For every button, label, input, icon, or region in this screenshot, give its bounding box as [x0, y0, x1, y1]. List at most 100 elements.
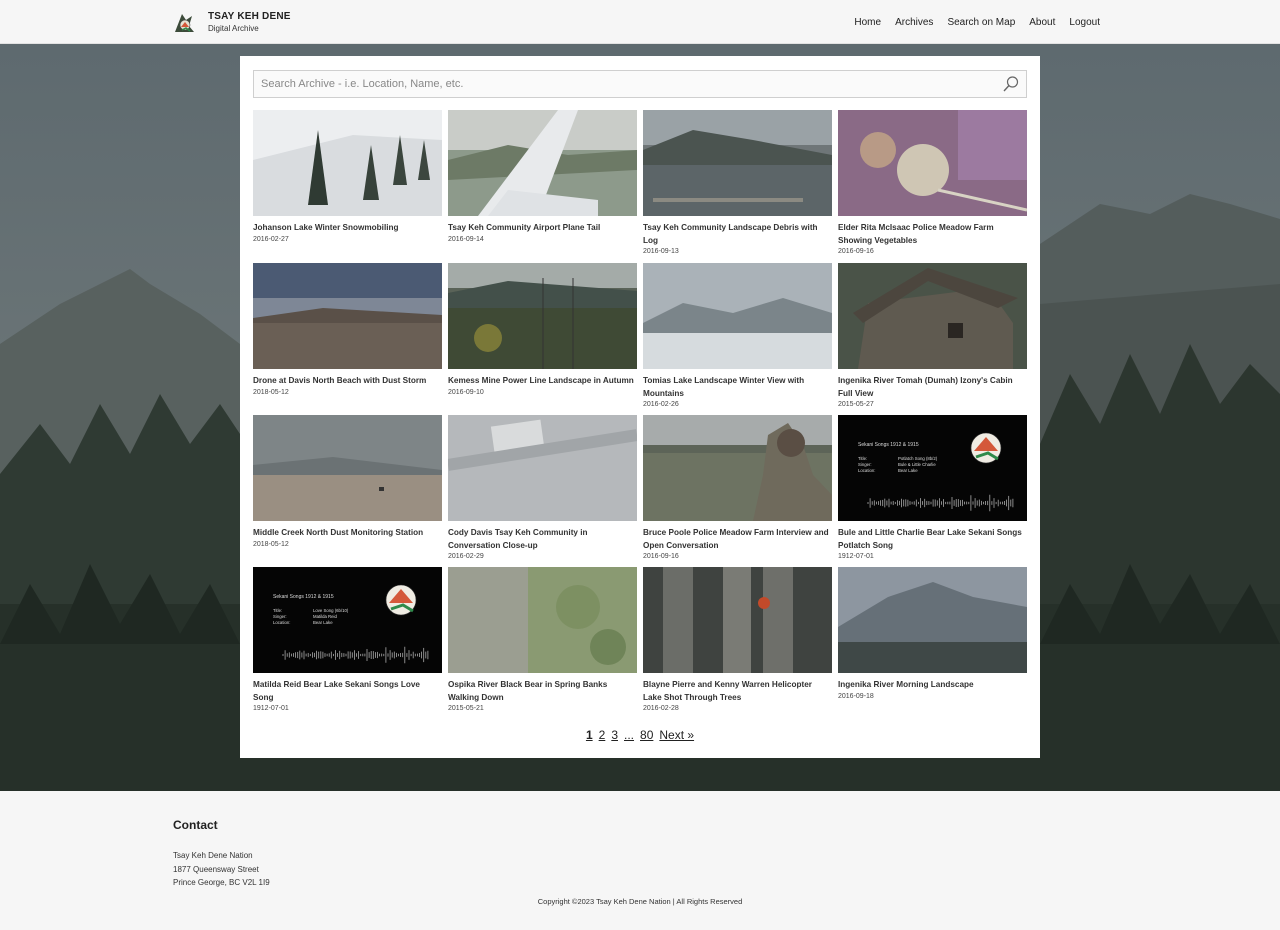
nav-archives[interactable]: Archives: [895, 17, 933, 28]
address-line: 1877 Queensway Street: [173, 864, 259, 874]
pagination: 1 2 3... 80 Next »: [240, 728, 1040, 742]
archive-card[interactable]: Elder Rita McIsaac Police Meadow Farm Sh…: [838, 110, 1027, 255]
archive-date: 2015-05-21: [448, 705, 484, 712]
archive-title[interactable]: Ospika River Black Bear in Spring Banks …: [448, 679, 637, 704]
pagination-page[interactable]: 80: [640, 728, 653, 742]
audio-meta-label: Location:: [273, 620, 290, 625]
archive-date: 2016-09-18: [838, 692, 874, 700]
pagination-next[interactable]: Next »: [659, 728, 694, 742]
audio-meta-value: Love Song (6b/10): [313, 608, 349, 613]
archive-card[interactable]: Ingenika River Tomah (Dumah) Izony's Cab…: [838, 263, 1027, 408]
archive-thumbnail[interactable]: Sekani Songs 1912 & 1915 Title: Potlatch …: [838, 415, 1027, 521]
audio-heading: Sekani Songs 1912 & 1915: [273, 594, 334, 600]
site-header: TSAY KEH DENE Digital Archive Home Archi…: [0, 0, 1280, 44]
archive-card[interactable]: Kemess Mine Power Line Landscape in Autu…: [448, 263, 637, 396]
archive-date: 2018-05-12: [253, 540, 289, 548]
address-line: Prince George, BC V2L 1I9: [173, 878, 270, 887]
archive-date: 2018-05-12: [253, 388, 289, 396]
archive-title[interactable]: Tsay Keh Community Airport Plane Tail: [448, 222, 637, 235]
brand-title[interactable]: TSAY KEH DENE: [208, 11, 291, 22]
archive-title[interactable]: Blayne Pierre and Kenny Warren Helicopte…: [643, 679, 832, 704]
archive-title[interactable]: Drone at Davis North Beach with Dust Sto…: [253, 375, 442, 388]
archive-panel: Johanson Lake Winter Snowmobiling2016-02…: [240, 56, 1040, 758]
archive-thumbnail[interactable]: [448, 110, 637, 216]
archive-card[interactable]: Cody Davis Tsay Keh Community in Convers…: [448, 415, 637, 560]
archive-thumbnail[interactable]: [838, 567, 1027, 673]
site-footer: Contact Tsay Keh Dene Nation 1877 Queens…: [0, 791, 1280, 930]
archive-card[interactable]: Tsay Keh Community Airport Plane Tail 201…: [448, 110, 637, 243]
archive-thumbnail[interactable]: [448, 415, 637, 521]
archive-card[interactable]: Johanson Lake Winter Snowmobiling 2016-02…: [253, 110, 442, 243]
pagination-page[interactable]: 2: [599, 728, 606, 742]
archive-date: 2016-02-27: [253, 235, 289, 243]
archive-thumbnail[interactable]: [448, 567, 637, 673]
audio-heading: Sekani Songs 1912 & 1915: [858, 442, 919, 448]
archive-card[interactable]: Sekani Songs 1912 & 1915 Title: Love Song…: [253, 567, 442, 712]
search-icon[interactable]: [1002, 75, 1020, 93]
archive-thumbnail[interactable]: [253, 110, 442, 216]
audio-meta-value: Bear Lake: [313, 620, 333, 625]
pagination-page[interactable]: 1: [586, 728, 593, 742]
archive-thumbnail[interactable]: [838, 110, 1027, 216]
audio-meta-label: Title:: [273, 608, 282, 613]
archive-card[interactable]: Bruce Poole Police Meadow Farm Interview…: [643, 415, 832, 560]
archive-card[interactable]: Ingenika River Morning Landscape 2016-09-…: [838, 567, 1027, 700]
archive-title[interactable]: Bule and Little Charlie Bear Lake Sekani…: [838, 527, 1027, 552]
archive-card[interactable]: Blayne Pierre and Kenny Warren Helicopte…: [643, 567, 832, 712]
archive-date: 2016-02-29: [448, 553, 484, 560]
address-line: Tsay Keh Dene Nation: [173, 851, 253, 860]
archive-card[interactable]: Tsay Keh Community Landscape Debris with…: [643, 110, 832, 255]
archive-card[interactable]: Sekani Songs 1912 & 1915 Title: Potlatch …: [838, 415, 1027, 560]
archive-thumbnail[interactable]: [253, 263, 442, 369]
search-input[interactable]: [254, 71, 994, 97]
archive-thumbnail[interactable]: [838, 263, 1027, 369]
archive-card[interactable]: Ospika River Black Bear in Spring Banks …: [448, 567, 637, 712]
archive-card[interactable]: Middle Creek North Dust Monitoring Stati…: [253, 415, 442, 548]
search-bar: [253, 70, 1027, 98]
audio-meta-value: Bear Lake: [898, 468, 918, 473]
contact-heading: Contact: [173, 818, 218, 832]
archive-card[interactable]: Tomias Lake Landscape Winter View with M…: [643, 263, 832, 408]
pagination-page[interactable]: 3: [611, 728, 618, 742]
brand-subtitle: Digital Archive: [208, 24, 259, 33]
archive-date: 1912-07-01: [838, 553, 874, 560]
archive-date: 2016-09-10: [448, 388, 484, 396]
nav-search-on-map[interactable]: Search on Map: [947, 17, 1015, 28]
archive-date: 1912-07-01: [253, 705, 289, 712]
nav-logout[interactable]: Logout: [1069, 17, 1100, 28]
archive-title[interactable]: Cody Davis Tsay Keh Community in Convers…: [448, 527, 637, 552]
nav-home[interactable]: Home: [854, 17, 881, 28]
archive-date: 2015-05-27: [838, 401, 874, 408]
pagination-ellipsis: ...: [624, 728, 635, 742]
archive-thumbnail[interactable]: [253, 415, 442, 521]
archive-title[interactable]: Ingenika River Morning Landscape: [838, 679, 1027, 692]
archive-thumbnail[interactable]: [643, 415, 832, 521]
archive-card[interactable]: Drone at Davis North Beach with Dust Sto…: [253, 263, 442, 396]
archive-thumbnail[interactable]: [643, 567, 832, 673]
archive-title[interactable]: Ingenika River Tomah (Dumah) Izony's Cab…: [838, 375, 1027, 400]
contact-address: Tsay Keh Dene Nation 1877 Queensway Stre…: [173, 849, 270, 890]
archive-thumbnail[interactable]: [448, 263, 637, 369]
archive-title[interactable]: Johanson Lake Winter Snowmobiling: [253, 222, 442, 235]
archive-thumbnail[interactable]: [643, 263, 832, 369]
archive-thumbnail[interactable]: [643, 110, 832, 216]
archive-title[interactable]: Middle Creek North Dust Monitoring Stati…: [253, 527, 442, 540]
main-nav: Home Archives Search on Map About Logout: [854, 17, 1100, 28]
archive-title[interactable]: Kemess Mine Power Line Landscape in Autu…: [448, 375, 637, 388]
audio-meta-value: Potlatch Song (8b/2): [898, 456, 938, 461]
audio-meta-label: Singer:: [858, 462, 872, 467]
archive-thumbnail[interactable]: Sekani Songs 1912 & 1915 Title: Love Song…: [253, 567, 442, 673]
archive-title[interactable]: Bruce Poole Police Meadow Farm Interview…: [643, 527, 832, 552]
archive-title[interactable]: Matilda Reid Bear Lake Sekani Songs Love…: [253, 679, 442, 704]
archive-title[interactable]: Tsay Keh Community Landscape Debris with…: [643, 222, 832, 247]
eagle-feather-logo[interactable]: [172, 10, 196, 36]
audio-meta-label: Title:: [858, 456, 867, 461]
audio-meta-label: Singer:: [273, 614, 287, 619]
audio-meta-value: Bule & Little Charlie: [898, 462, 936, 467]
archive-date: 2016-09-16: [643, 553, 679, 560]
nav-about[interactable]: About: [1029, 17, 1055, 28]
archive-title[interactable]: Tomias Lake Landscape Winter View with M…: [643, 375, 832, 400]
archive-date: 2016-09-16: [838, 248, 874, 255]
audio-meta-value: Matilda Reid: [313, 614, 337, 619]
archive-title[interactable]: Elder Rita McIsaac Police Meadow Farm Sh…: [838, 222, 1027, 247]
